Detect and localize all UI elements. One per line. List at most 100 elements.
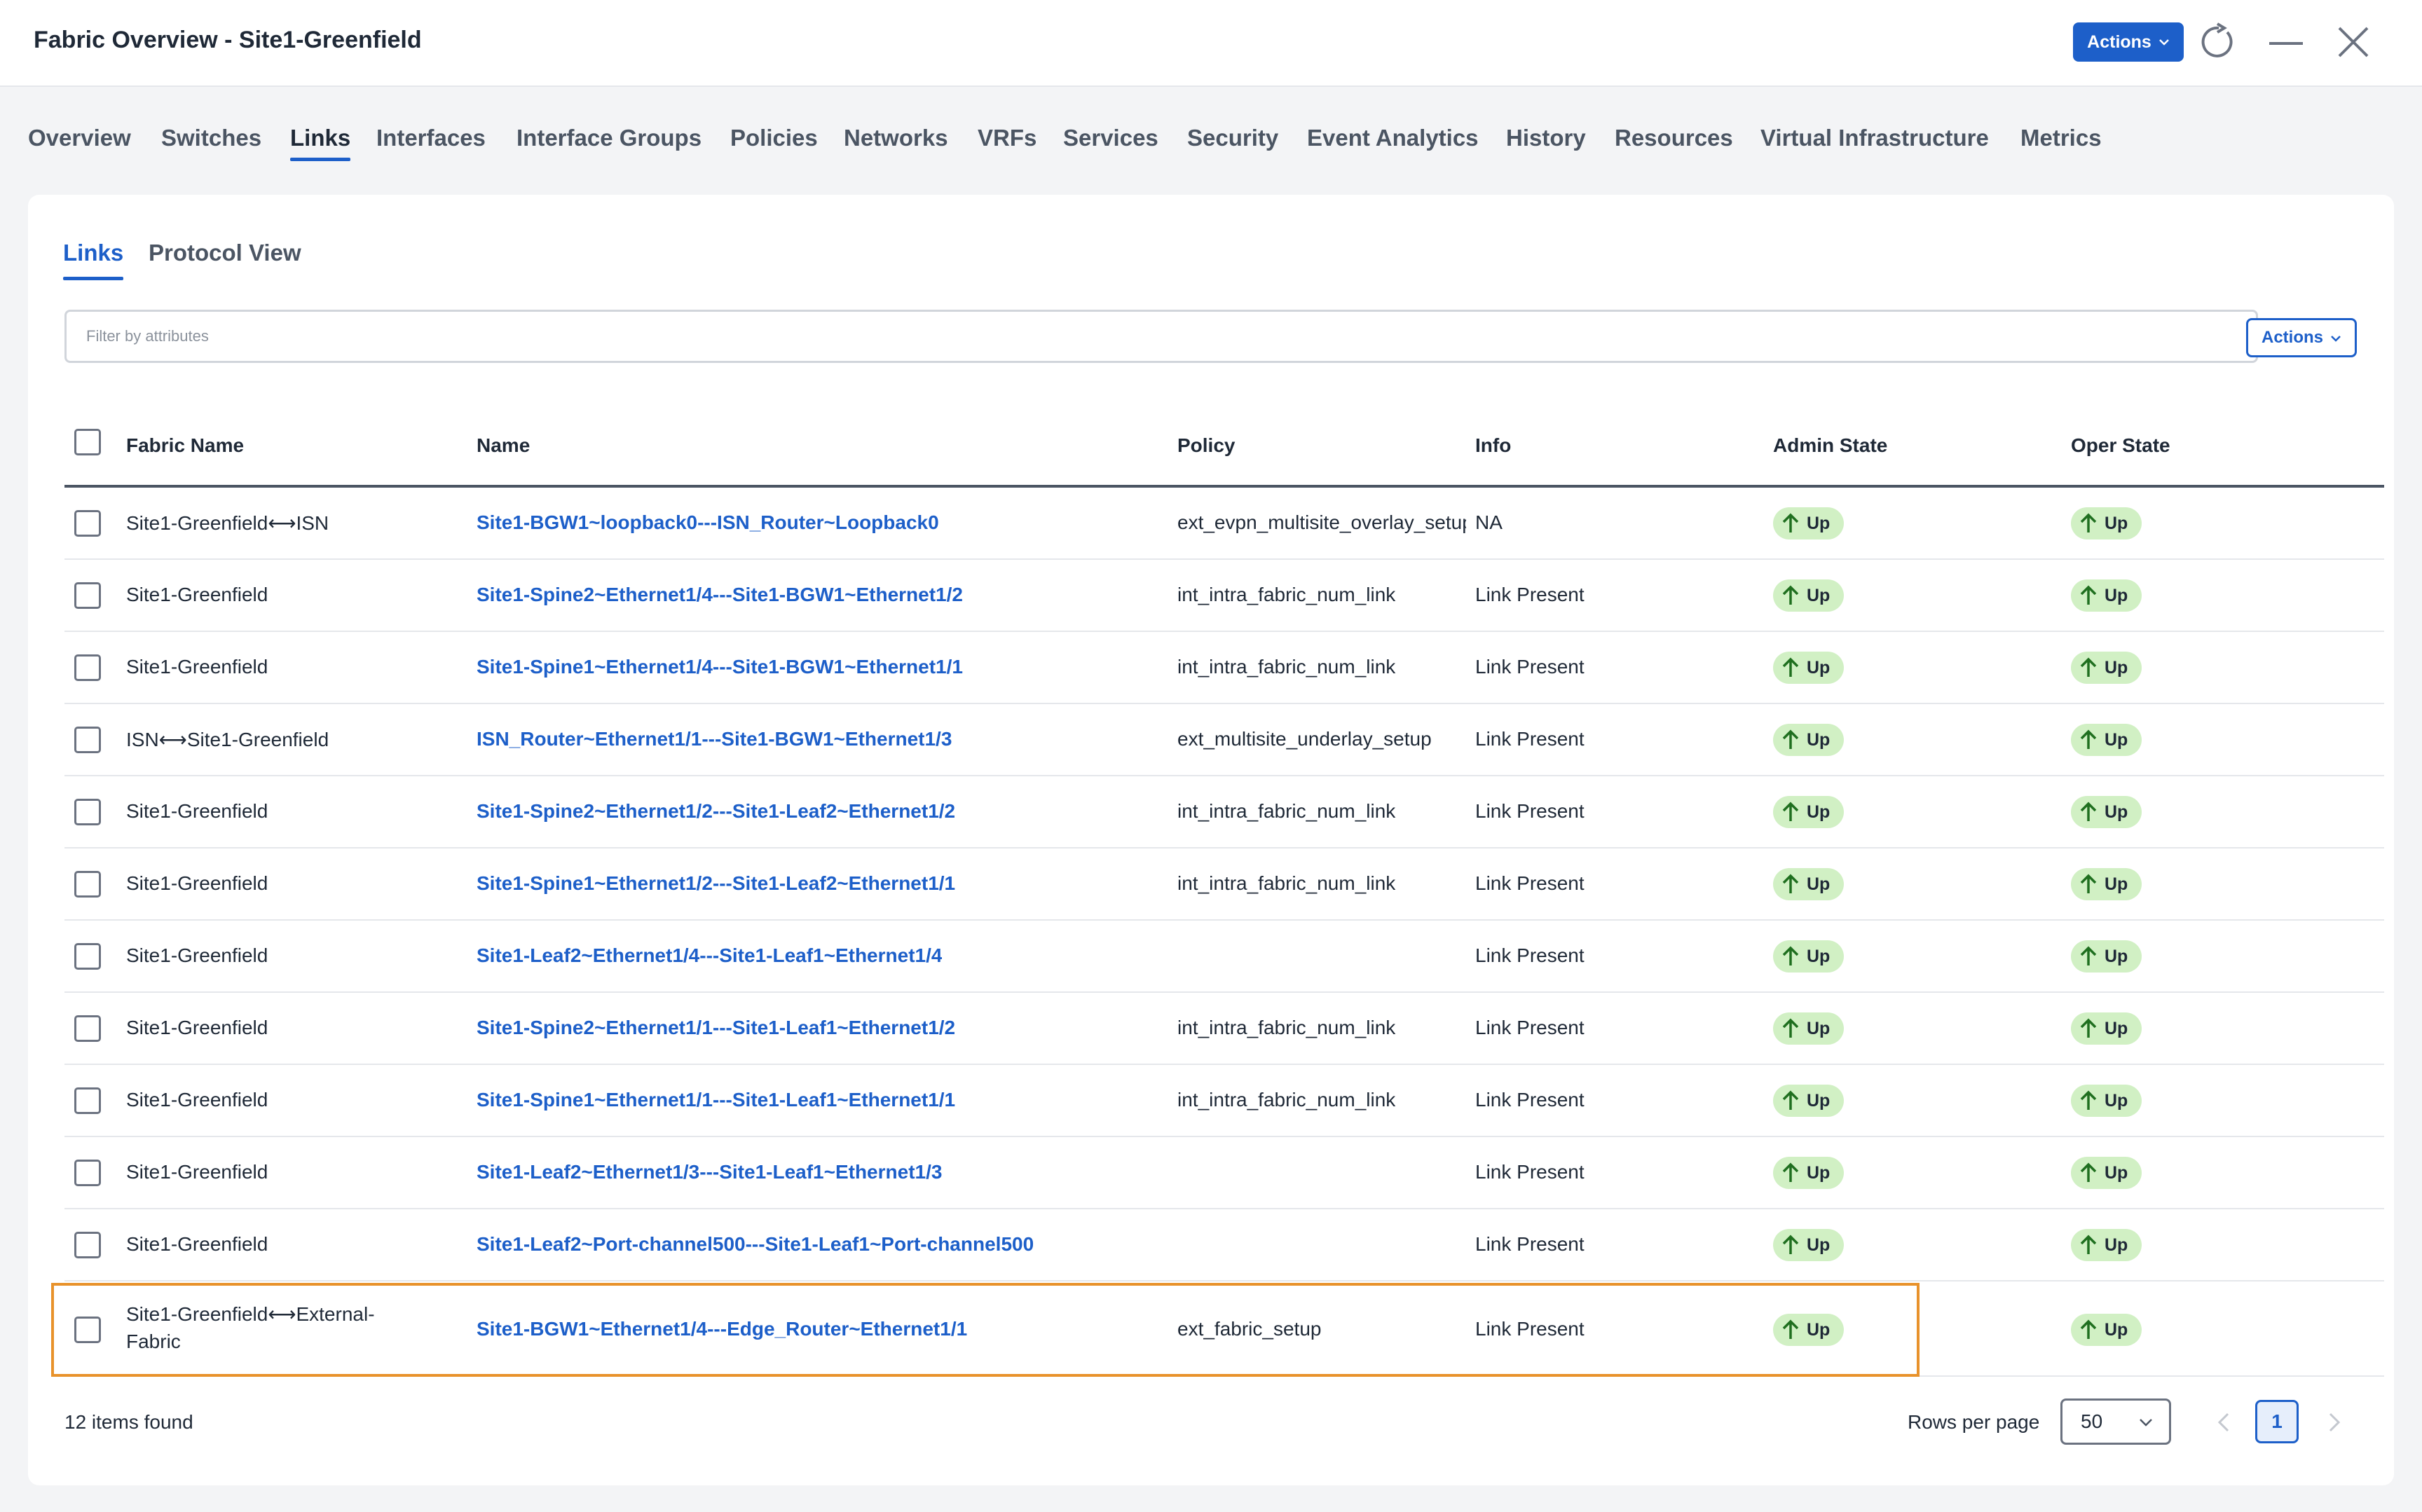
- column-header-fabric-name[interactable]: Fabric Name: [126, 434, 244, 457]
- oper-state-label: Up: [2105, 1018, 2128, 1038]
- minimize-icon[interactable]: [2265, 21, 2307, 63]
- row-checkbox[interactable]: [74, 727, 101, 753]
- row-checkbox[interactable]: [74, 654, 101, 681]
- table-row[interactable]: Site1-Greenfield⟷External- Fabric Site1-…: [64, 1281, 2384, 1377]
- admin-state-badge: Up: [1773, 1314, 1845, 1346]
- rows-per-page-select[interactable]: 50: [2060, 1398, 2171, 1445]
- admin-state-label: Up: [1807, 946, 1831, 966]
- links-card: Links Protocol View Actions Fabric Name …: [28, 195, 2394, 1485]
- tab-networks[interactable]: Networks: [844, 125, 948, 151]
- link-name[interactable]: Site1-Spine1~Ethernet1/2---Site1-Leaf2~E…: [477, 872, 955, 895]
- admin-state-badge: Up: [1773, 940, 1845, 973]
- admin-state-label: Up: [1807, 1235, 1831, 1255]
- table-row[interactable]: Site1-Greenfield Site1-Spine1~Ethernet1/…: [64, 632, 2384, 704]
- link-name[interactable]: Site1-Spine2~Ethernet1/1---Site1-Leaf1~E…: [477, 1017, 955, 1039]
- arrow-up-icon: [1782, 874, 1799, 893]
- tab-event-analytics[interactable]: Event Analytics: [1307, 125, 1479, 151]
- tab-interfaces[interactable]: Interfaces: [376, 125, 486, 151]
- link-name[interactable]: Site1-Spine1~Ethernet1/1---Site1-Leaf1~E…: [477, 1089, 955, 1111]
- table-row[interactable]: Site1-Greenfield Site1-Leaf2~Port-channe…: [64, 1209, 2384, 1281]
- info-cell: Link Present: [1475, 1161, 1585, 1183]
- oper-state-badge: Up: [2071, 724, 2142, 756]
- column-header-info[interactable]: Info: [1475, 434, 1511, 457]
- row-checkbox[interactable]: [74, 1160, 101, 1186]
- arrow-up-icon: [1782, 1018, 1799, 1038]
- fabric-tab-bar: Overview Switches Links Interfaces Inter…: [0, 87, 2422, 195]
- tab-interface-groups[interactable]: Interface Groups: [516, 125, 702, 151]
- tab-services[interactable]: Services: [1063, 125, 1158, 151]
- tab-vrfs[interactable]: VRFs: [978, 125, 1036, 151]
- table-row[interactable]: ISN⟷Site1-Greenfield ISN_Router~Ethernet…: [64, 704, 2384, 776]
- admin-state-label: Up: [1807, 1162, 1831, 1183]
- row-checkbox[interactable]: [74, 799, 101, 825]
- chevron-right-icon[interactable]: [2317, 1401, 2352, 1443]
- tab-metrics[interactable]: Metrics: [2020, 125, 2102, 151]
- column-header-name[interactable]: Name: [477, 434, 530, 457]
- table-row[interactable]: Site1-Greenfield Site1-Spine2~Ethernet1/…: [64, 776, 2384, 848]
- oper-state-label: Up: [2105, 657, 2128, 678]
- table-row[interactable]: Site1-Greenfield⟷ISN Site1-BGW1~loopback…: [64, 488, 2384, 560]
- row-checkbox[interactable]: [74, 943, 101, 970]
- tab-history[interactable]: History: [1506, 125, 1586, 151]
- fabric-name-cell-line-2: Fabric: [126, 1331, 181, 1352]
- row-checkbox[interactable]: [74, 1087, 101, 1114]
- info-cell: NA: [1475, 511, 1503, 533]
- table-row[interactable]: Site1-Greenfield Site1-Spine2~Ethernet1/…: [64, 560, 2384, 632]
- row-checkbox[interactable]: [74, 582, 101, 609]
- tab-policies[interactable]: Policies: [730, 125, 818, 151]
- column-header-oper-state[interactable]: Oper State: [2071, 434, 2170, 457]
- link-name[interactable]: Site1-Spine2~Ethernet1/2---Site1-Leaf2~E…: [477, 800, 955, 823]
- subtab-protocol-view[interactable]: Protocol View: [149, 240, 301, 266]
- subtab-links[interactable]: Links: [63, 240, 124, 280]
- table-header: Fabric Name Name Policy Info Admin State…: [64, 398, 2384, 488]
- row-checkbox[interactable]: [74, 1015, 101, 1042]
- arrow-up-icon: [2080, 657, 2097, 677]
- close-icon[interactable]: [2332, 21, 2374, 63]
- table-row[interactable]: Site1-Greenfield Site1-Leaf2~Ethernet1/4…: [64, 921, 2384, 993]
- table-actions-label: Actions: [2261, 328, 2323, 347]
- filter-input[interactable]: [64, 310, 2258, 363]
- table-actions-button[interactable]: Actions: [2246, 318, 2357, 357]
- column-header-admin-state[interactable]: Admin State: [1773, 434, 1887, 457]
- policy-cell: int_intra_fabric_num_link: [1177, 800, 1396, 822]
- link-name[interactable]: Site1-BGW1~loopback0---ISN_Router~Loopba…: [477, 511, 939, 534]
- table-row[interactable]: Site1-Greenfield Site1-Leaf2~Ethernet1/3…: [64, 1137, 2384, 1209]
- arrow-up-icon: [2080, 802, 2097, 821]
- select-all-checkbox[interactable]: [74, 429, 101, 455]
- tab-overview[interactable]: Overview: [28, 125, 131, 151]
- column-header-policy[interactable]: Policy: [1177, 434, 1235, 457]
- link-name[interactable]: Site1-Spine2~Ethernet1/4---Site1-BGW1~Et…: [477, 584, 963, 606]
- table-row[interactable]: Site1-Greenfield Site1-Spine2~Ethernet1/…: [64, 993, 2384, 1065]
- link-name[interactable]: Site1-Leaf2~Port-channel500---Site1-Leaf…: [477, 1233, 1034, 1256]
- rows-per-page-label: Rows per page: [1908, 1411, 2040, 1433]
- row-checkbox[interactable]: [74, 1232, 101, 1258]
- chevron-down-icon: [2138, 1413, 2154, 1436]
- tab-switches[interactable]: Switches: [161, 125, 261, 151]
- arrow-up-icon: [2080, 1319, 2097, 1339]
- fabric-name-cell: Site1-Greenfield: [126, 1233, 268, 1255]
- table-row[interactable]: Site1-Greenfield Site1-Spine1~Ethernet1/…: [64, 1065, 2384, 1137]
- link-name[interactable]: ISN_Router~Ethernet1/1---Site1-BGW1~Ethe…: [477, 728, 952, 750]
- fabric-name-cell: Site1-Greenfield: [126, 584, 268, 605]
- link-name[interactable]: Site1-BGW1~Ethernet1/4---Edge_Router~Eth…: [477, 1318, 967, 1340]
- oper-state-label: Up: [2105, 1090, 2128, 1111]
- policy-cell: int_intra_fabric_num_link: [1177, 1089, 1396, 1111]
- link-name[interactable]: Site1-Leaf2~Ethernet1/3---Site1-Leaf1~Et…: [477, 1161, 942, 1183]
- tab-security[interactable]: Security: [1187, 125, 1278, 151]
- tab-resources[interactable]: Resources: [1615, 125, 1733, 151]
- arrow-up-icon: [1782, 946, 1799, 965]
- table-row[interactable]: Site1-Greenfield Site1-Spine1~Ethernet1/…: [64, 848, 2384, 921]
- page-number-current[interactable]: 1: [2255, 1400, 2299, 1443]
- header-actions-button[interactable]: Actions: [2073, 22, 2184, 62]
- chevron-left-icon[interactable]: [2206, 1401, 2241, 1443]
- tab-links[interactable]: Links: [290, 125, 351, 161]
- row-checkbox[interactable]: [74, 1317, 101, 1343]
- row-checkbox[interactable]: [74, 510, 101, 537]
- refresh-icon[interactable]: [2198, 21, 2240, 63]
- oper-state-badge: Up: [2071, 1157, 2142, 1189]
- link-name[interactable]: Site1-Spine1~Ethernet1/4---Site1-BGW1~Et…: [477, 656, 963, 678]
- tab-virtual-infrastructure[interactable]: Virtual Infrastructure: [1760, 125, 1989, 151]
- row-checkbox[interactable]: [74, 871, 101, 898]
- link-name[interactable]: Site1-Leaf2~Ethernet1/4---Site1-Leaf1~Et…: [477, 944, 942, 967]
- info-cell: Link Present: [1475, 1233, 1585, 1255]
